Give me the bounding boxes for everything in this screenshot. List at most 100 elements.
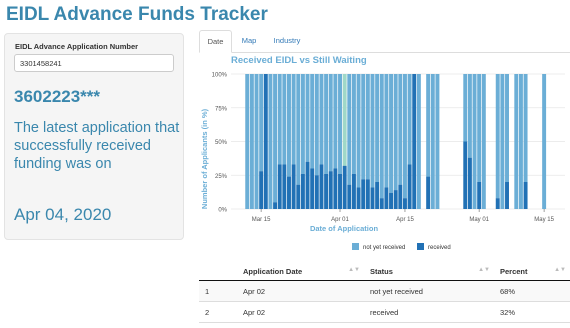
bar-received [319, 164, 324, 209]
bar-not-yet-received [356, 74, 361, 188]
x-axis-label: Date of Application [310, 224, 378, 233]
header-label: Status [370, 266, 393, 276]
legend-label-not-yet-received: not yet received [363, 245, 405, 251]
bar-not-yet-received [518, 74, 523, 209]
bar-not-yet-received [472, 74, 477, 209]
bar-not-yet-received [467, 74, 472, 158]
bar-not-yet-received [296, 74, 301, 185]
legend-swatch-not-yet-received [352, 243, 359, 250]
row-status: not yet received [364, 280, 494, 302]
bar-not-yet-received [416, 74, 421, 209]
table-header-application-date[interactable]: Application Date ▲▼ [237, 262, 364, 281]
bar-not-yet-received [389, 74, 394, 193]
bar-received [351, 173, 356, 209]
table-row[interactable]: 1 Apr 02 not yet received 68% [199, 280, 570, 302]
bar-received [407, 164, 412, 209]
table-header-percent[interactable]: Percent ▲▼ [494, 262, 570, 281]
bar-received [495, 198, 500, 209]
x-tick-label: May 01 [469, 217, 489, 223]
bar-received [384, 187, 389, 209]
bar-not-yet-received [365, 74, 370, 180]
bar-not-yet-received [379, 74, 384, 199]
y-axis-label: Number of Applicants (in %) [200, 108, 209, 209]
masked-application-number: 3602223*** [14, 87, 101, 106]
bar-not-yet-received [398, 74, 403, 185]
table-header-row: Application Date ▲▼ Status ▲▼ Percent ▲▼ [199, 262, 570, 281]
row-application-date: Apr 02 [237, 280, 364, 302]
bar-not-yet-received [319, 74, 324, 165]
bar-received [426, 176, 431, 209]
row-percent: 68% [494, 280, 570, 302]
bar-received [361, 179, 366, 209]
bar-not-yet-received [338, 74, 342, 174]
bar-received [296, 184, 301, 209]
y-tick-label: 0% [218, 208, 227, 214]
bar-not-yet-received [426, 74, 431, 177]
header-label: Application Date [243, 266, 303, 276]
x-tick-label: Apr 01 [331, 217, 349, 223]
bar-received [259, 171, 264, 209]
bar-not-yet-received [259, 74, 264, 172]
chart-title: Received EIDL vs Still Waiting [231, 55, 367, 66]
bar-received [389, 192, 394, 209]
table-header-index [199, 262, 237, 281]
application-number-input[interactable] [14, 54, 174, 72]
chart-bars [245, 74, 547, 209]
y-tick-label: 75% [215, 106, 228, 112]
bar-not-yet-received [328, 74, 333, 172]
row-percent: 32% [494, 301, 570, 323]
sort-icon: ▲▼ [348, 267, 360, 273]
table-row[interactable]: 2 Apr 02 received 32% [199, 301, 570, 323]
bar-received [356, 187, 361, 209]
bar-not-yet-received [245, 74, 250, 209]
bar-not-yet-received [500, 74, 505, 209]
tab-industry[interactable]: Industry [266, 30, 308, 52]
latest-funded-text: The latest application that successfully… [14, 120, 180, 172]
y-tick-label: 25% [215, 174, 228, 180]
bar-not-yet-received [268, 74, 273, 209]
row-index: 2 [199, 301, 237, 323]
received-vs-waiting-chart: Received EIDL vs Still Waiting 0% 25% 50% 7… [200, 55, 565, 251]
application-number-label: EIDL Advance Application Number [15, 42, 139, 51]
bar-received [365, 179, 370, 209]
bar-not-yet-received [273, 74, 278, 203]
bar-not-yet-received [361, 74, 366, 180]
bar-received [402, 198, 407, 209]
bar-not-yet-received [542, 74, 547, 209]
row-application-date: Apr 02 [237, 301, 364, 323]
x-tick-label: May 15 [534, 217, 554, 223]
bar-not-yet-received [393, 74, 398, 191]
table-header-status[interactable]: Status ▲▼ [364, 262, 494, 281]
bar-received [273, 202, 278, 209]
bar-received [314, 175, 319, 209]
tab-map[interactable]: Map [234, 30, 264, 52]
status-table: Application Date ▲▼ Status ▲▼ Percent ▲▼ 1 … [199, 262, 570, 323]
bar-received [523, 182, 528, 209]
bar-not-yet-received [505, 74, 509, 182]
bar-received [347, 184, 352, 209]
sidebar-panel: EIDL Advance Application Number 3602223*… [4, 33, 184, 240]
bar-received [375, 182, 380, 209]
bar-not-yet-received [430, 74, 435, 209]
row-index: 1 [199, 280, 237, 302]
bar-received [333, 168, 338, 209]
x-tick-label: Apr 15 [396, 217, 414, 223]
bar-received [393, 190, 398, 209]
bar-received [467, 157, 472, 209]
bar-received [287, 176, 291, 209]
bar-not-yet-received [407, 74, 412, 165]
sort-icon: ▲▼ [554, 267, 566, 273]
bar-received [412, 74, 417, 209]
bar-not-yet-received [435, 74, 440, 209]
bar-not-yet-received [314, 74, 319, 176]
row-status: received [364, 301, 494, 323]
bar-not-yet-received [333, 74, 338, 169]
bar-received [505, 182, 509, 209]
bar-not-yet-received [291, 74, 296, 165]
bar-received [477, 182, 482, 209]
tab-date[interactable]: Date [199, 30, 232, 53]
bar-received [263, 74, 268, 209]
bar-not-yet-received [254, 74, 259, 209]
bar-not-yet-received [282, 74, 287, 165]
bar-received [370, 187, 375, 209]
